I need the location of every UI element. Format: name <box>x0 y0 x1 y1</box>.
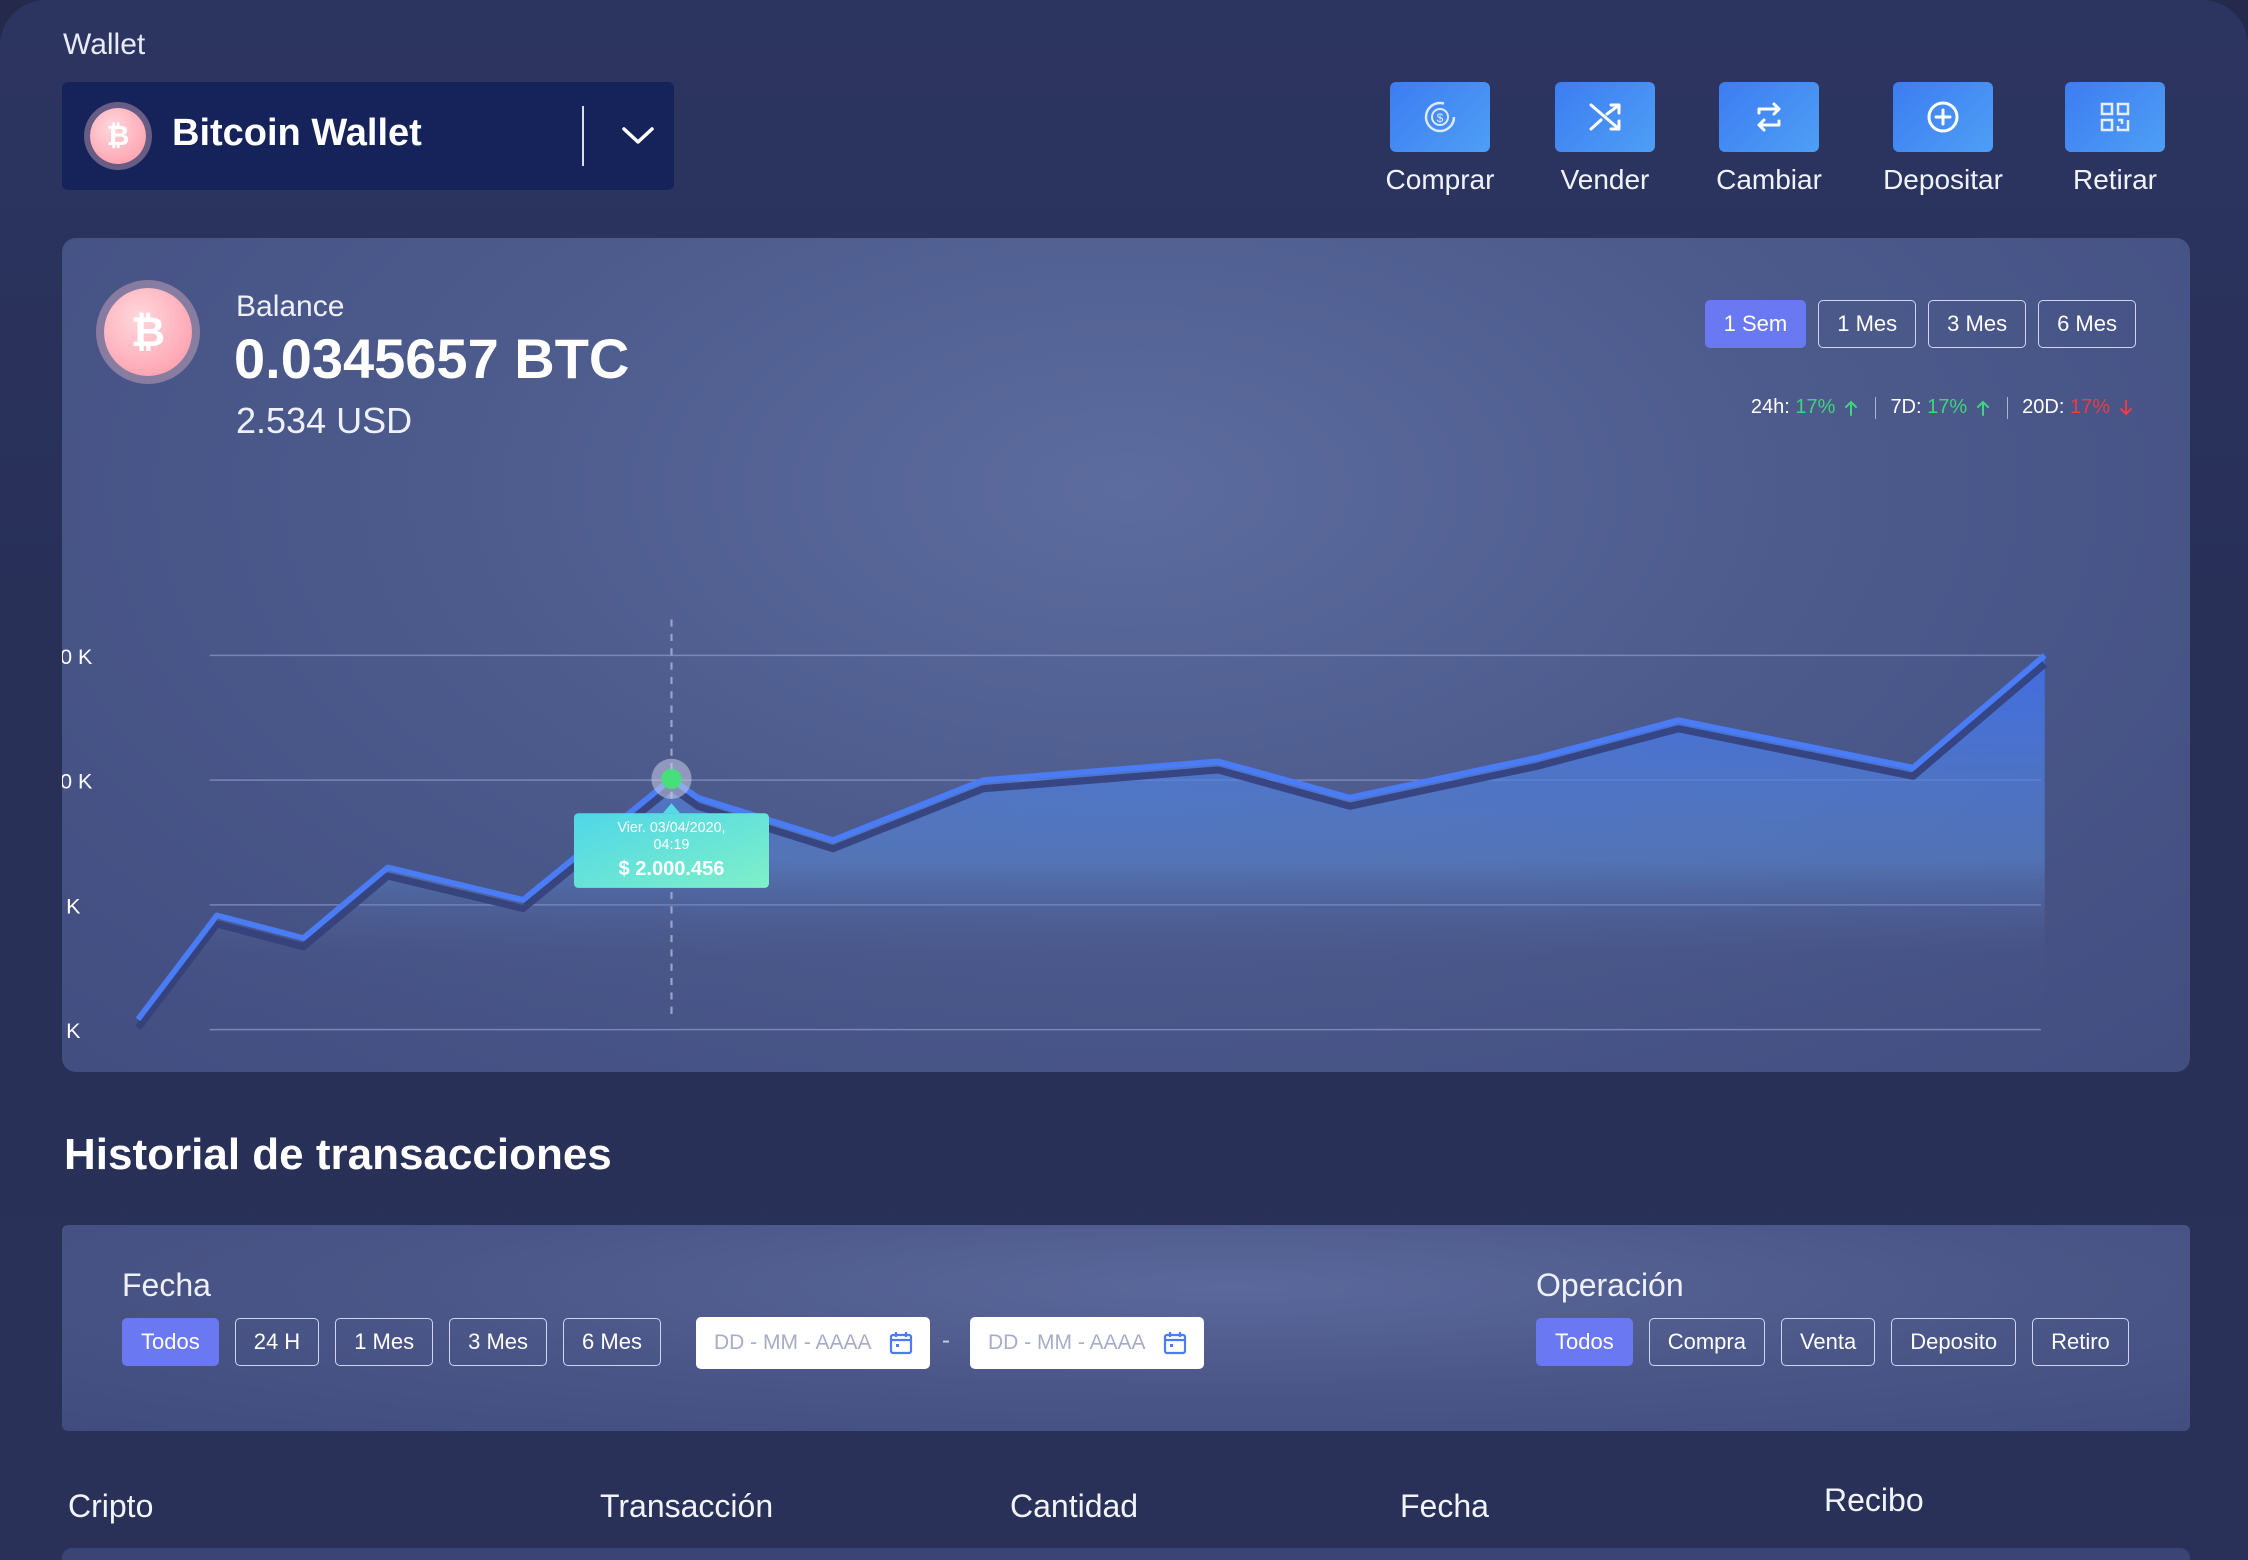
column-header-cantidad[interactable]: Cantidad <box>1010 1488 1138 1525</box>
swap-action[interactable]: Cambiar <box>1699 82 1839 196</box>
wallet-selector[interactable]: ₿ Bitcoin Wallet <box>62 82 674 190</box>
date-filter-label: Fecha <box>122 1267 211 1303</box>
date-to-placeholder: DD - MM - AAAA <box>988 1331 1146 1354</box>
deposit-label: Depositar <box>1883 164 2003 195</box>
svg-text:$: $ <box>1437 111 1444 125</box>
calendar-icon[interactable] <box>1162 1330 1188 1356</box>
y-tick-label: $10 K <box>62 770 93 794</box>
shuffle-icon[interactable] <box>1555 82 1655 152</box>
wallet-actions: $ Comprar Vender Cambiar Depositar Retir… <box>1370 82 2190 212</box>
column-header-cripto[interactable]: Cripto <box>68 1488 153 1525</box>
withdraw-action[interactable]: Retirar <box>2045 82 2185 196</box>
operation-filter-pills: Todos Compra Venta Deposito Retiro <box>1536 1318 2129 1366</box>
highlight-point <box>661 768 682 789</box>
operation-filter-retiro[interactable]: Retiro <box>2032 1318 2129 1366</box>
plus-circle-icon[interactable] <box>1893 82 1993 152</box>
sell-label: Vender <box>1560 164 1650 195</box>
date-filter-pills: Todos 24 H 1 Mes 3 Mes 6 Mes <box>122 1318 661 1366</box>
wallet-name: Bitcoin Wallet <box>172 112 422 154</box>
history-title: Historial de transacciones <box>64 1130 612 1179</box>
date-to-field[interactable]: DD - MM - AAAA <box>970 1317 1204 1369</box>
history-filters: Fecha Todos 24 H 1 Mes 3 Mes 6 Mes DD - … <box>62 1225 2190 1431</box>
withdraw-label: Retirar <box>2072 164 2157 195</box>
balance-chart-card: ₿ Balance 0.0345657 BTC 2.534 USD 1 Sem … <box>62 238 2190 1072</box>
wallet-app: Wallet ₿ Bitcoin Wallet $ Comprar Vender… <box>0 0 2248 1560</box>
balance-area-chart: $2 K$5 K$10 K$20 K 8 Feb8 Feb8 Feb8 Feb8… <box>62 619 2048 1043</box>
date-filter-24h[interactable]: 24 H <box>234 1318 320 1366</box>
date-filter-6-mes[interactable]: 6 Mes <box>563 1318 661 1366</box>
y-tick-label: $20 K <box>62 645 93 669</box>
qr-code-icon[interactable] <box>2065 82 2165 152</box>
operation-filter-todos[interactable]: Todos <box>1536 1318 1633 1366</box>
tooltip-time: 04:19 <box>654 837 690 853</box>
tooltip-date: Vier. 03/04/2020, <box>617 820 725 836</box>
date-from-field[interactable]: DD - MM - AAAA <box>696 1317 930 1369</box>
operation-filter-label: Operación <box>1536 1267 1684 1303</box>
bitcoin-icon: ₿ <box>90 108 146 164</box>
date-from-placeholder: DD - MM - AAAA <box>714 1331 872 1354</box>
column-header-transaccion[interactable]: Transacción <box>600 1488 773 1525</box>
chevron-down-icon[interactable] <box>610 108 666 164</box>
date-filter-1-mes[interactable]: 1 Mes <box>335 1318 434 1366</box>
selector-divider <box>582 106 584 166</box>
dollar-cycle-icon[interactable]: $ <box>1390 82 1490 152</box>
y-tick-label: $2 K <box>62 1019 81 1043</box>
date-filter-3-mes[interactable]: 3 Mes <box>449 1318 548 1366</box>
column-header-fecha[interactable]: Fecha <box>1400 1488 1489 1525</box>
swap-label: Cambiar <box>1716 164 1822 195</box>
deposit-action[interactable]: Depositar <box>1873 82 2013 196</box>
area-fill <box>138 655 2045 1030</box>
column-header-recibo[interactable]: Recibo <box>1824 1482 1924 1519</box>
date-filter-todos[interactable]: Todos <box>122 1318 219 1366</box>
y-tick-label: $5 K <box>62 894 81 918</box>
buy-action[interactable]: $ Comprar <box>1370 82 1510 196</box>
operation-filter-compra[interactable]: Compra <box>1648 1318 1765 1366</box>
operation-filter-deposito[interactable]: Deposito <box>1891 1318 2017 1366</box>
buy-label: Comprar <box>1385 164 1495 195</box>
calendar-icon[interactable] <box>888 1330 914 1356</box>
operation-filter-venta[interactable]: Venta <box>1780 1318 1876 1366</box>
sell-action[interactable]: Vender <box>1535 82 1675 196</box>
date-range-separator: - <box>942 1327 950 1354</box>
tooltip-value: $ 2.000.456 <box>618 858 724 880</box>
wallet-section-label: Wallet <box>63 28 146 61</box>
swap-icon[interactable] <box>1719 82 1819 152</box>
table-row <box>62 1548 2190 1560</box>
